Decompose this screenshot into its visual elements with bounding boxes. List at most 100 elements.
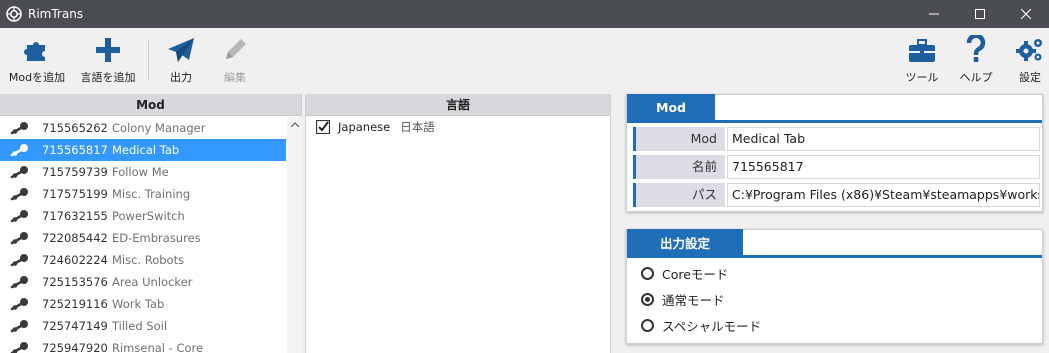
minimize-button[interactable] bbox=[911, 0, 957, 28]
output-mode-label: Coreモード bbox=[662, 266, 729, 282]
close-button[interactable] bbox=[1003, 0, 1049, 28]
close-icon bbox=[1021, 9, 1031, 19]
add-language-button[interactable]: 言語を追加 bbox=[76, 28, 140, 92]
output-mode-label: 通常モード bbox=[662, 292, 725, 308]
mod-list-item[interactable]: 725219116 Work Tab bbox=[0, 293, 286, 315]
mod-name: ED-Embrasures bbox=[112, 231, 201, 245]
mod-id: 715565262 bbox=[42, 121, 108, 135]
add-language-label: 言語を追加 bbox=[80, 71, 136, 84]
output-mode-option[interactable]: スペシャルモード bbox=[641, 314, 761, 336]
output-mode-option[interactable]: Coreモード bbox=[641, 262, 728, 284]
mod-info-key: パス bbox=[633, 183, 725, 207]
mod-list-item[interactable]: 715565817 Medical Tab bbox=[0, 139, 286, 161]
radio-icon[interactable] bbox=[641, 266, 654, 280]
help-label: ヘルプ bbox=[959, 71, 993, 84]
language-list: Japanese 日本語 bbox=[306, 116, 610, 138]
steam-icon bbox=[10, 210, 28, 223]
mod-info-value[interactable]: 715565817 bbox=[727, 155, 1040, 179]
radio-selected-icon[interactable] bbox=[641, 292, 654, 306]
mod-info-key: Mod bbox=[633, 127, 725, 151]
toolbar: Modを追加 言語を追加 出力 編集 ツール ヘルプ 設定 bbox=[0, 28, 1049, 92]
mod-name: Rimsenal - Core bbox=[112, 341, 204, 353]
plus-icon bbox=[96, 38, 120, 62]
mod-id: 717632155 bbox=[42, 209, 108, 223]
radio-icon[interactable] bbox=[641, 318, 654, 332]
puzzle-icon bbox=[24, 42, 45, 61]
mod-name: Area Unlocker bbox=[112, 275, 193, 289]
language-list-panel: 言語 Japanese 日本語 bbox=[305, 94, 611, 353]
add-mod-button[interactable]: Modを追加 bbox=[6, 28, 68, 92]
mod-name: Colony Manager bbox=[112, 121, 206, 135]
mod-id: 715565817 bbox=[42, 143, 108, 157]
steam-icon-wrap bbox=[10, 143, 32, 157]
mod-info-value[interactable]: C:¥Program Files (x86)¥Steam¥steamapps¥w… bbox=[727, 183, 1040, 207]
mod-list-panel: Mod 715565262 Colony Manager 715565817 M… bbox=[0, 94, 302, 353]
maximize-button[interactable] bbox=[957, 0, 1003, 28]
steam-icon-wrap bbox=[10, 275, 32, 289]
toolbox-icon bbox=[909, 39, 935, 62]
output-mode-option[interactable]: 通常モード bbox=[641, 288, 725, 310]
mod-list-scrollbar[interactable] bbox=[287, 117, 302, 353]
steam-icon-wrap bbox=[10, 253, 32, 267]
steam-icon-wrap bbox=[10, 209, 32, 223]
export-button[interactable]: 出力 bbox=[158, 28, 204, 92]
mod-id: 725153576 bbox=[42, 275, 108, 289]
edit-label: 編集 bbox=[224, 71, 246, 84]
mod-name: Misc. Training bbox=[112, 187, 191, 201]
mod-list-item[interactable]: 717575199 Misc. Training bbox=[0, 183, 286, 205]
tools-label: ツール bbox=[905, 71, 939, 84]
checked-checkbox-icon[interactable] bbox=[316, 120, 330, 134]
mod-name: Medical Tab bbox=[112, 143, 180, 157]
tools-button[interactable]: ツール bbox=[900, 28, 944, 92]
mod-name: Follow Me bbox=[112, 165, 169, 179]
mod-list: 715565262 Colony Manager 715565817 Medic… bbox=[0, 117, 286, 353]
mod-list-item[interactable]: 717632155 PowerSwitch bbox=[0, 205, 286, 227]
language-native-name: 日本語 bbox=[400, 120, 435, 134]
steam-icon bbox=[10, 144, 28, 157]
add-mod-label: Modを追加 bbox=[8, 71, 66, 84]
settings-button[interactable]: 設定 bbox=[1010, 28, 1049, 92]
mod-list-item[interactable]: 725747149 Tilled Soil bbox=[0, 315, 286, 337]
steam-icon bbox=[10, 320, 28, 333]
mod-info-row: パス C:¥Program Files (x86)¥Steam¥steamapp… bbox=[633, 183, 1040, 207]
mod-name: PowerSwitch bbox=[112, 209, 185, 223]
steam-icon bbox=[10, 232, 28, 245]
mod-name: Work Tab bbox=[112, 297, 165, 311]
steam-icon-wrap bbox=[10, 187, 32, 201]
steam-icon bbox=[10, 188, 28, 201]
mod-list-item[interactable]: 725947920 Rimsenal - Core bbox=[0, 337, 286, 353]
steam-icon-wrap bbox=[10, 121, 32, 135]
mod-info-value[interactable]: Medical Tab bbox=[727, 127, 1040, 151]
language-list-item[interactable]: Japanese 日本語 bbox=[306, 116, 610, 138]
steam-icon bbox=[10, 122, 28, 135]
scroll-up-arrow[interactable] bbox=[287, 117, 302, 131]
steam-icon-wrap bbox=[10, 165, 32, 179]
output-settings-tab[interactable]: 出力設定 bbox=[627, 229, 743, 256]
steam-icon bbox=[10, 342, 28, 353]
mod-list-item[interactable]: 725153576 Area Unlocker bbox=[0, 271, 286, 293]
help-button[interactable]: ヘルプ bbox=[954, 28, 998, 92]
edit-button[interactable]: 編集 bbox=[212, 28, 258, 92]
app-logo-icon bbox=[6, 6, 22, 22]
mod-list-item[interactable]: 715759739 Follow Me bbox=[0, 161, 286, 183]
question-mark-icon bbox=[966, 35, 986, 62]
settings-label: 設定 bbox=[1019, 71, 1041, 84]
mod-name: Tilled Soil bbox=[112, 319, 168, 333]
mod-id: 715759739 bbox=[42, 165, 108, 179]
mod-id: 725747149 bbox=[42, 319, 108, 333]
gears-icon bbox=[1016, 39, 1042, 61]
paper-plane-icon bbox=[168, 38, 194, 62]
mod-list-item[interactable]: 724602224 Misc. Robots bbox=[0, 249, 286, 271]
pencil-icon bbox=[226, 39, 246, 59]
steam-icon-wrap bbox=[10, 297, 32, 311]
steam-icon bbox=[10, 254, 28, 267]
window-title: RimTrans bbox=[28, 7, 84, 21]
mod-list-item[interactable]: 715565262 Colony Manager bbox=[0, 117, 286, 139]
mod-info-key: 名前 bbox=[633, 155, 725, 179]
mod-info-tab[interactable]: Mod bbox=[627, 94, 715, 121]
steam-icon-wrap bbox=[10, 341, 32, 353]
mod-id: 722085442 bbox=[42, 231, 108, 245]
mod-id: 725947920 bbox=[42, 341, 108, 353]
minimize-icon bbox=[929, 13, 939, 15]
mod-list-item[interactable]: 722085442 ED-Embrasures bbox=[0, 227, 286, 249]
